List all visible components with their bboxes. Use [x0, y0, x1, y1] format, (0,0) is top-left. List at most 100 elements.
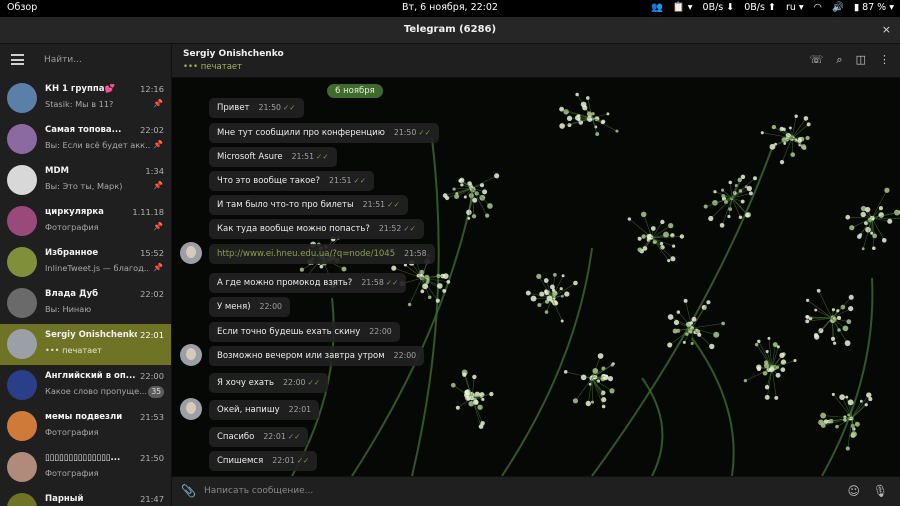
chat-time: 1:34: [145, 166, 164, 176]
message-bubble[interactable]: Окей, напишу 22:01: [209, 400, 320, 420]
chat-list-item[interactable]: циркулярка 1.11.18 Фотография 📌: [0, 201, 171, 242]
chat-list-item[interactable]: MDM 1:34 Вы: Это ты, Марк) 📌: [0, 160, 171, 201]
read-check-icon: ✓✓: [387, 200, 400, 209]
message-bubble[interactable]: Если точно будешь ехать скину 22:00: [209, 322, 400, 342]
wifi-icon: ◠: [813, 2, 822, 13]
message-time: 21:51: [329, 176, 352, 185]
hamburger-menu-icon[interactable]: [11, 54, 24, 65]
message-bubble[interactable]: Привет 21:50 ✓✓: [209, 98, 304, 118]
chat-name: циркулярка: [45, 207, 104, 217]
message-bubble[interactable]: Спишемся 22:01 ✓✓: [209, 451, 318, 471]
avatar: [7, 411, 37, 441]
message-time: 22:01: [272, 456, 295, 465]
read-check-icon: ✓✓: [283, 103, 296, 112]
message-time: 21:58: [404, 249, 427, 258]
avatar: [7, 452, 37, 482]
chat-name: MDM: [45, 166, 69, 176]
avatar: [7, 165, 37, 195]
message-area[interactable]: 6 ноября Привет 21:50 ✓✓ Мне тут сообщили п…: [172, 78, 900, 476]
attach-icon[interactable]: 📎: [181, 484, 196, 498]
chat-time: 21:50: [140, 453, 164, 463]
chat-time: 22:02: [140, 125, 164, 135]
chat-list-item[interactable]: Избранное 15:52 InlineTweet.js — благод...…: [0, 242, 171, 283]
system-tray[interactable]: 👥 📋 ▾ 0B/s ⬇ 0B/s ⬆ ru ▾ ◠ 🔊 ▮ 87 % ▾: [651, 2, 894, 13]
message-text: Привет: [217, 103, 250, 113]
chat-name: Парный: [45, 494, 84, 504]
chat-name: Избранное: [45, 248, 99, 258]
header-actions: ☏ ⌕ ◫ ⋮: [810, 53, 890, 67]
message-bubble[interactable]: Возможно вечером или завтра утром 22:00: [209, 346, 425, 366]
chat-list-item[interactable]: Английский в оп... 22:00 Какое слово пропу…: [0, 365, 171, 406]
chat-list-item[interactable]: Самая топова... 22:02 Вы: Если всё будет а…: [0, 119, 171, 160]
pin-icon: 📌: [153, 263, 163, 272]
read-check-icon: ✓✓: [403, 224, 416, 233]
chat-preview: Вы: Это ты, Марк): [45, 181, 123, 191]
chat-time: 22:01: [140, 330, 164, 340]
chat-preview: Фотография: [45, 427, 99, 437]
search-icon[interactable]: ⌕: [836, 53, 842, 67]
microphone-icon[interactable]: 🎙: [873, 484, 888, 498]
chat-list-item[interactable]: мемы подвезли 21:53 Фотография: [0, 406, 171, 447]
chat-time: 15:52: [140, 248, 164, 258]
close-icon[interactable]: ×: [882, 23, 891, 36]
battery-indicator[interactable]: ▮ 87 % ▾: [854, 2, 894, 13]
message-text: Что это вообще такое?: [217, 176, 321, 186]
chat-list-item[interactable]: Влада Дуб 22:02 Вы: Нинаю: [0, 283, 171, 324]
chat-name: Английский в оп...: [45, 371, 136, 381]
message-input[interactable]: Написать сообщение...: [204, 486, 313, 496]
read-check-icon: ✓✓: [418, 128, 431, 137]
sender-avatar[interactable]: [180, 344, 202, 366]
message-text: Я хочу ехать: [217, 378, 275, 388]
avatar: [7, 83, 37, 113]
message-bubble[interactable]: И там было что-то про билеты 21:51 ✓✓: [209, 195, 408, 215]
sidebar-toggle-icon[interactable]: ◫: [856, 53, 866, 67]
pin-icon: 📌: [153, 181, 163, 190]
compose-bar: 📎 Написать сообщение... ☺ 🎙: [172, 476, 900, 506]
chat-time: 12:16: [140, 84, 164, 94]
search-input[interactable]: Найти...: [44, 55, 82, 65]
message-time: 21:50: [258, 103, 281, 112]
message-time: 21:50: [393, 128, 417, 137]
system-top-bar: Обзор Вт, 6 ноября, 22:02 👥 📋 ▾ 0B/s ⬇ 0…: [0, 0, 900, 17]
message-bubble[interactable]: Что это вообще такое? 21:51 ✓✓: [209, 171, 375, 191]
emoji-icon[interactable]: ☺: [847, 484, 860, 498]
message-bubble[interactable]: Я хочу ехать 22:00 ✓✓: [209, 373, 329, 393]
message-bubble[interactable]: Спасибо 22:01 ✓✓: [209, 427, 309, 447]
message-time: 22:01: [263, 432, 286, 441]
chat-time: 21:47: [140, 494, 164, 504]
window-titlebar: Telegram (6286) ×: [0, 17, 900, 44]
message-time: 22:00: [369, 327, 392, 336]
clipboard-icon[interactable]: 📋 ▾: [673, 2, 693, 13]
chat-title[interactable]: Sergiy Onishchenko: [183, 49, 284, 59]
chat-preview: Вы: Нинаю: [45, 304, 92, 314]
message-time: 21:51: [362, 200, 386, 209]
chat-list-item[interactable]: КН 1 группа💕 12:16 Stasik: Мы в 11? 📌: [0, 78, 171, 119]
sender-avatar[interactable]: [180, 242, 202, 264]
message-link[interactable]: http://www.ei.hneu.edu.ua/?q=node/1045: [217, 249, 395, 259]
message-time: 22:01: [288, 405, 312, 414]
read-check-icon: ✓✓: [353, 176, 367, 185]
sender-avatar[interactable]: [180, 398, 202, 420]
message-time: 21:58: [361, 278, 384, 287]
phone-icon[interactable]: ☏: [810, 53, 824, 67]
message-bubble[interactable]: Microsoft Asure 21:51 ✓✓: [209, 147, 337, 167]
message-bubble[interactable]: А где можно промокод взять? 21:58 ✓✓: [209, 273, 407, 293]
more-vertical-icon[interactable]: ⋮: [879, 53, 890, 67]
language-indicator[interactable]: ru ▾: [786, 2, 804, 13]
people-icon[interactable]: 👥: [651, 2, 663, 13]
volume-icon: 🔊: [831, 2, 844, 13]
message-bubble[interactable]: http://www.ei.hneu.edu.ua/?q=node/1045 21…: [209, 244, 435, 264]
chat-list-item[interactable]: Парный 21:47: [0, 488, 171, 506]
chat-time: 1.11.18: [132, 207, 164, 217]
message-bubble[interactable]: У меня) 22:00: [209, 297, 290, 317]
read-check-icon: ✓✓: [316, 152, 329, 161]
read-check-icon: ✓✓: [385, 278, 399, 287]
message-bubble[interactable]: Как туда вообще можно попасть? 21:52 ✓✓: [209, 219, 424, 239]
chat-list-item[interactable]: ▯▯▯▯▯▯▯▯▯▯▯▯▯▯... 21:50 Фотография: [0, 447, 171, 488]
chat-list-item[interactable]: Sergiy Onishchenko 22:01 ••• печатает: [0, 324, 171, 365]
message-bubble[interactable]: Мне тут сообщили про конференцию 21:50 ✓✓: [209, 123, 439, 143]
chat-preview: InlineTweet.js — благод...: [45, 263, 150, 273]
net-up: 0B/s ⬆: [744, 2, 776, 13]
chat-name: КН 1 группа💕: [45, 84, 116, 94]
avatar: [7, 493, 37, 506]
